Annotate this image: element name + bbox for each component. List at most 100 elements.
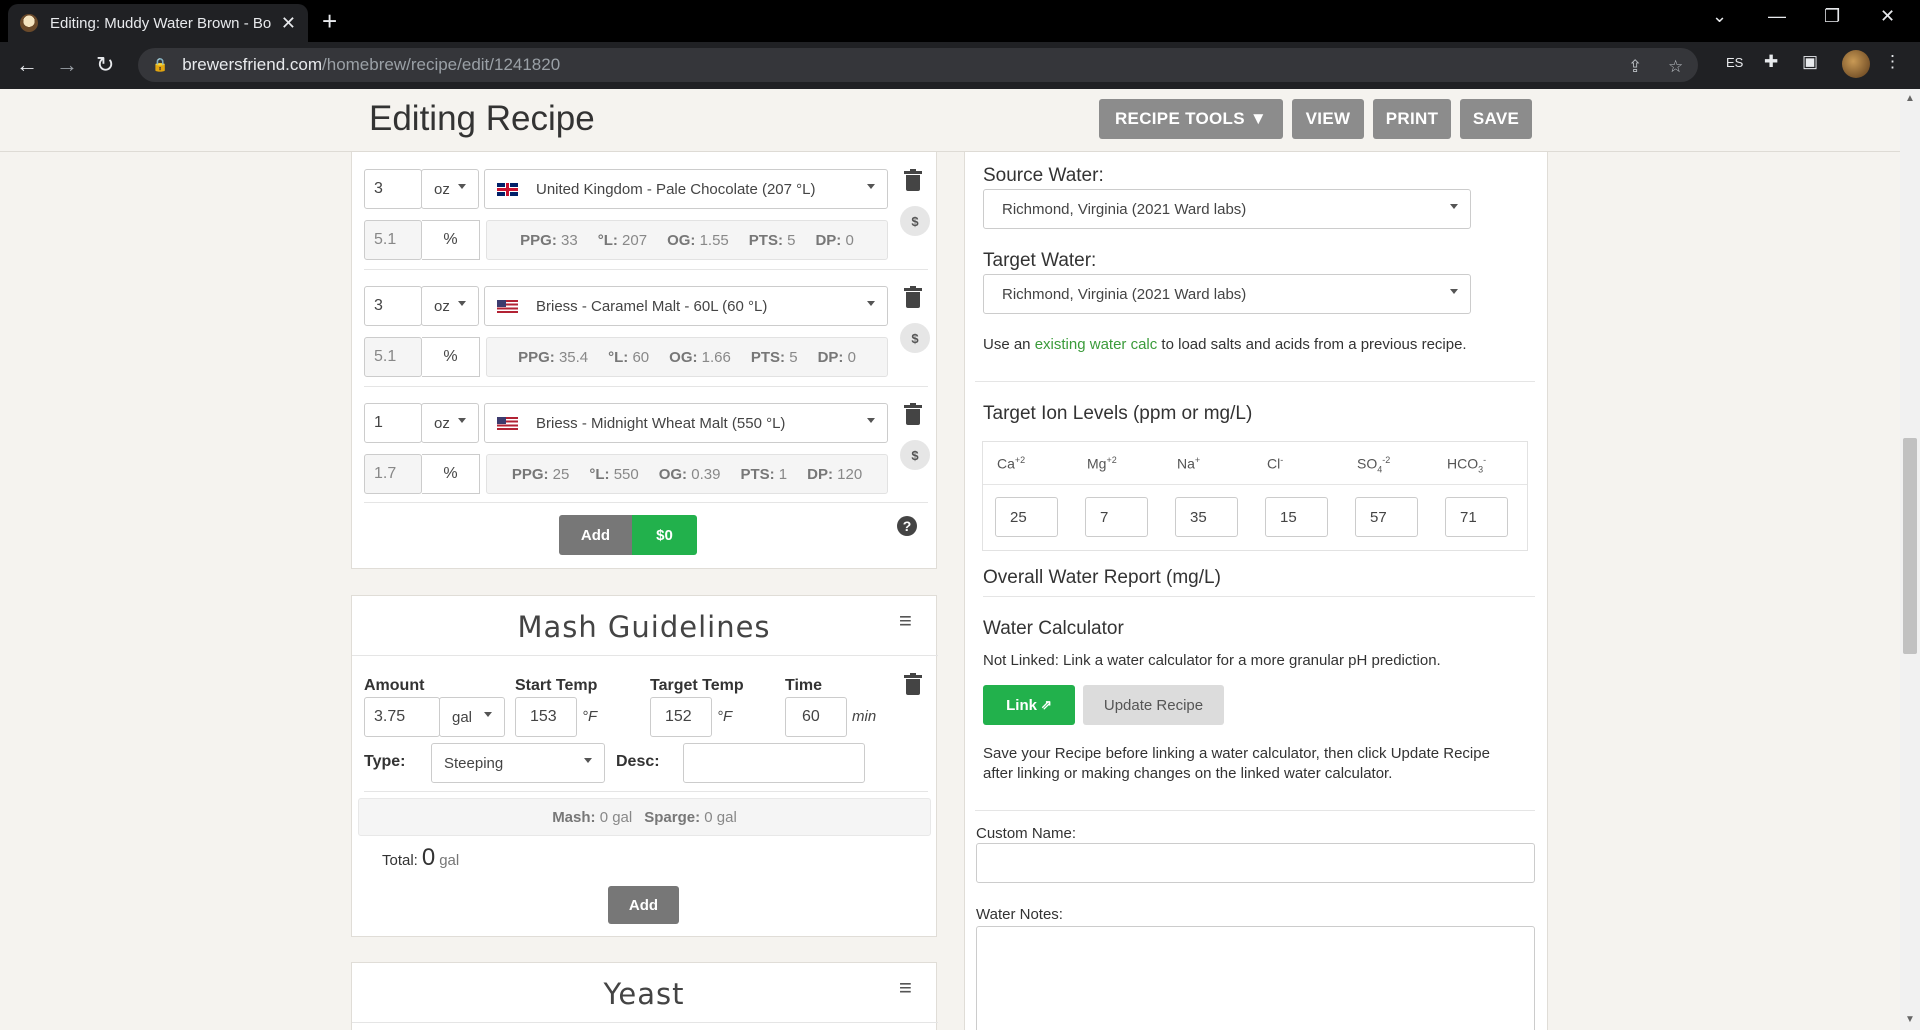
profile-avatar[interactable]	[1842, 50, 1870, 78]
start-temp-label: Start Temp	[515, 677, 598, 694]
time-unit: min	[852, 708, 877, 725]
fermentable-unit-value: oz	[434, 297, 450, 315]
target-water-select[interactable]: Richmond, Virginia (2021 Ward labs)	[983, 274, 1471, 314]
scroll-down-arrow-icon[interactable]: ▼	[1905, 1014, 1915, 1025]
chevron-down-icon	[1450, 204, 1458, 209]
fermentable-amount-input[interactable]: 1	[364, 403, 422, 443]
fermentable-cost-button[interactable]: $	[900, 440, 930, 470]
restore-icon[interactable]: ❐	[1824, 6, 1840, 27]
extension-es-icon[interactable]: ES	[1726, 55, 1743, 70]
minimize-icon[interactable]: —	[1768, 6, 1786, 27]
add-mash-step-button[interactable]: Add	[608, 886, 679, 924]
ion-so4-input[interactable]: 57	[1355, 497, 1418, 537]
ion-cl-input[interactable]: 15	[1265, 497, 1328, 537]
extensions-puzzle-icon[interactable]: ✚	[1764, 52, 1778, 72]
chevron-down-icon	[458, 418, 466, 423]
share-icon[interactable]: ⇪	[1628, 57, 1642, 77]
ion-hco3-input[interactable]: 71	[1445, 497, 1508, 537]
reload-icon[interactable]: ↻	[96, 52, 114, 78]
recipe-tools-button[interactable]: RECIPE TOOLS ▼	[1099, 99, 1283, 139]
water-notes-label: Water Notes:	[976, 906, 1063, 923]
custom-name-input[interactable]	[976, 843, 1535, 883]
update-recipe-button[interactable]: Update Recipe	[1083, 685, 1224, 725]
target-temp-input[interactable]: 152	[650, 697, 712, 737]
ion-levels-heading: Target Ion Levels (ppm or mg/L)	[983, 403, 1253, 424]
fermentable-percent-input[interactable]: 5.1	[364, 337, 422, 377]
mash-desc-input[interactable]	[683, 743, 865, 783]
fermentable-grain-name: United Kingdom - Pale Chocolate (207 °L)	[536, 180, 816, 198]
mash-time-input[interactable]: 60	[785, 697, 847, 737]
delete-fermentable-trash-icon[interactable]	[904, 286, 922, 308]
target-temp-unit: °F	[717, 708, 733, 725]
hamburger-menu-icon[interactable]: ≡	[899, 608, 912, 634]
page-scrollbar-thumb[interactable]	[1903, 438, 1917, 654]
ion-na-input[interactable]: 35	[1175, 497, 1238, 537]
view-button[interactable]: VIEW	[1292, 99, 1364, 139]
fermentable-grain-select[interactable]: Briess - Midnight Wheat Malt (550 °L)	[484, 403, 888, 443]
custom-name-label: Custom Name:	[976, 825, 1077, 842]
fermentable-unit-select[interactable]: oz	[421, 403, 479, 443]
source-water-select[interactable]: Richmond, Virginia (2021 Ward labs)	[983, 189, 1471, 229]
fermentable-amount-input[interactable]: 3	[364, 169, 422, 209]
start-temp-input[interactable]: 153	[515, 697, 577, 737]
fermentable-unit-value: oz	[434, 414, 450, 432]
fermentable-cost-button[interactable]: $	[900, 206, 930, 236]
fermentable-percent-input[interactable]: 1.7	[364, 454, 422, 494]
fermentable-cost-button[interactable]: $	[900, 323, 930, 353]
section-divider	[983, 596, 1535, 597]
delete-mash-step-trash-icon[interactable]	[904, 673, 922, 695]
print-button[interactable]: PRINT	[1373, 99, 1451, 139]
delete-fermentable-trash-icon[interactable]	[904, 169, 922, 191]
fermentable-unit-select[interactable]: oz	[421, 286, 479, 326]
fermentable-amount-input[interactable]: 3	[364, 286, 422, 326]
fermentables-card: 3 oz United Kingdom - Pale Chocolate (20…	[351, 152, 937, 569]
fermentable-stats: PPG: 25 °L: 550 OG: 0.39 PTS: 1 DP: 120	[486, 454, 888, 494]
desc-label: Desc:	[616, 753, 660, 770]
chevron-down-icon	[584, 758, 592, 763]
scroll-up-arrow-icon[interactable]: ▲	[1905, 93, 1915, 104]
ion-mg-input[interactable]: 7	[1085, 497, 1148, 537]
chevron-down-icon	[867, 301, 875, 306]
browser-tab[interactable]: Editing: Muddy Water Brown - Bo ✕	[8, 4, 308, 42]
target-water-label: Target Water:	[983, 250, 1097, 271]
water-notes-textarea[interactable]	[976, 926, 1535, 1030]
save-button[interactable]: SAVE	[1460, 99, 1532, 139]
save-before-link-note: Save your Recipe before linking a water …	[983, 744, 1490, 784]
fermentable-grain-select[interactable]: Briess - Caramel Malt - 60L (60 °L)	[484, 286, 888, 326]
new-tab-icon[interactable]: +	[322, 7, 337, 35]
page-title: Editing Recipe	[369, 99, 595, 138]
mash-type-select[interactable]: Steeping	[431, 743, 605, 783]
fermentable-stats: PPG: 35.4 °L: 60 OG: 1.66 PTS: 5 DP: 0	[486, 337, 888, 377]
mash-amount-input[interactable]: 3.75	[364, 697, 440, 737]
side-panel-icon[interactable]: ▣	[1802, 52, 1818, 72]
water-calculator-heading: Water Calculator	[983, 618, 1124, 639]
delete-fermentable-trash-icon[interactable]	[904, 403, 922, 425]
mash-guidelines-title: Mash Guidelines	[517, 610, 771, 644]
tab-close-icon[interactable]: ✕	[281, 13, 296, 34]
fermentable-unit-select[interactable]: oz	[421, 169, 479, 209]
forward-icon[interactable]: →	[56, 52, 78, 78]
browser-menu-icon[interactable]: ⋮	[1884, 52, 1901, 72]
bookmark-star-icon[interactable]: ☆	[1668, 57, 1683, 77]
mash-total: Total: 0 gal	[382, 844, 459, 872]
window-close-icon[interactable]: ✕	[1880, 6, 1895, 27]
yeast-card: Yeast ≡	[351, 962, 938, 1030]
tab-title: Editing: Muddy Water Brown - Bo	[50, 14, 272, 32]
chevron-down-icon	[458, 301, 466, 306]
mash-guidelines-card: Mash Guidelines ≡ Amount 3.75 gal Start …	[351, 595, 938, 937]
add-fermentable-button[interactable]: Add	[559, 515, 632, 555]
existing-water-calc-link[interactable]: existing water calc	[1035, 336, 1158, 353]
save-note-line-2: after linking or making changes on the l…	[983, 765, 1393, 782]
fermentable-percent-input[interactable]: 5.1	[364, 220, 422, 260]
help-icon[interactable]: ?	[897, 516, 917, 536]
chevron-down-icon	[867, 418, 875, 423]
back-icon[interactable]: ←	[16, 52, 38, 78]
url-input[interactable]: 🔒 brewersfriend.com/homebrew/recipe/edit…	[138, 48, 1698, 82]
section-divider	[975, 381, 1535, 382]
ion-ca-input[interactable]: 25	[995, 497, 1058, 537]
fermentable-grain-select[interactable]: United Kingdom - Pale Chocolate (207 °L)	[484, 169, 888, 209]
tab-search-icon[interactable]: ⌄	[1712, 6, 1727, 27]
mash-amount-unit-select[interactable]: gal	[439, 697, 505, 737]
hamburger-menu-icon[interactable]: ≡	[899, 975, 912, 1001]
link-water-calc-button[interactable]: Link ⇗	[983, 685, 1075, 725]
